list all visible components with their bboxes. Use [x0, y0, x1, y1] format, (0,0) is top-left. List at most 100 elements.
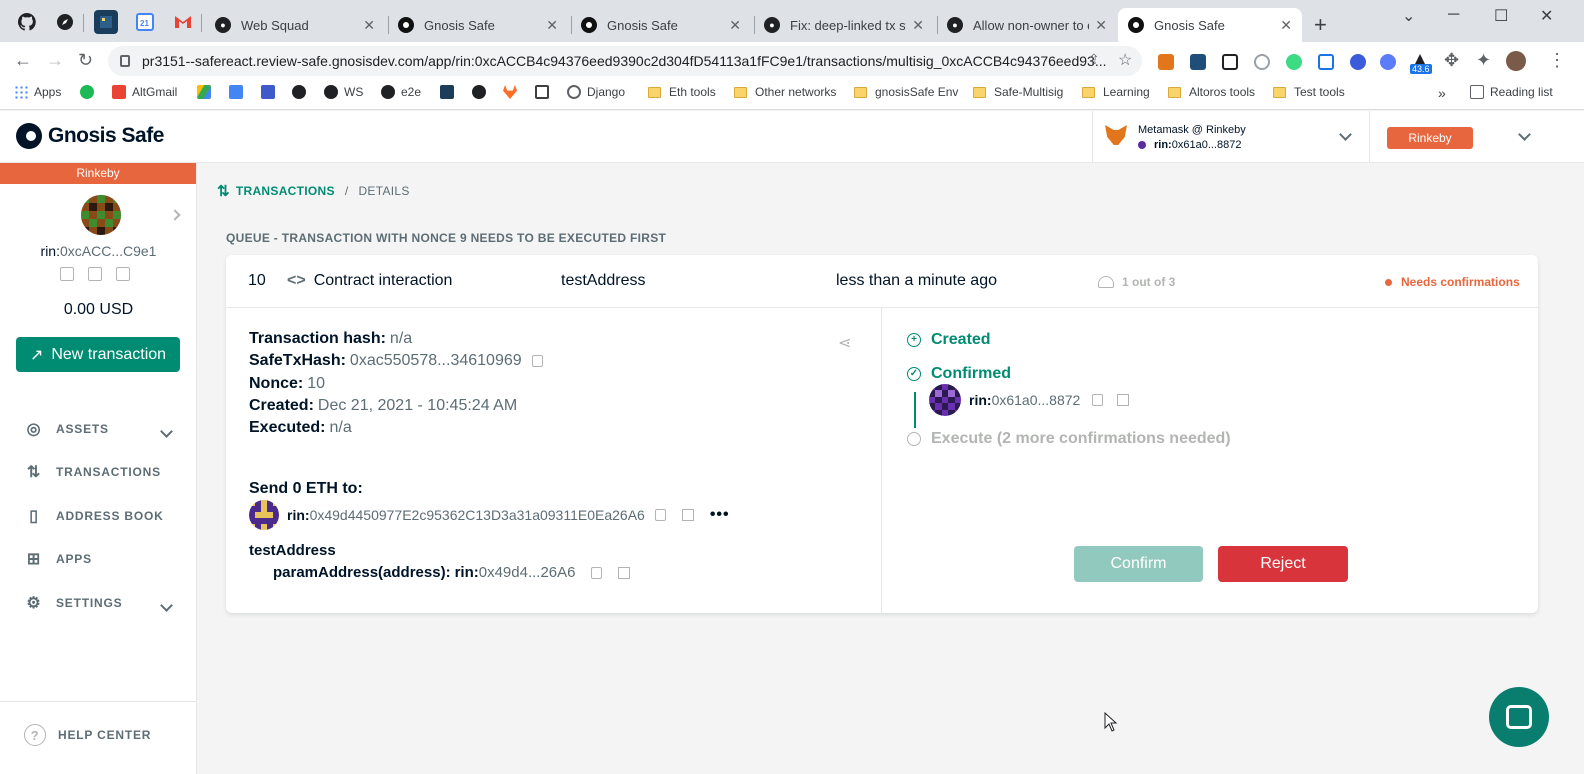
close-tab-icon[interactable]: ✕ — [729, 17, 741, 34]
share-icon[interactable]: ⇪ — [1088, 51, 1100, 68]
browser-menu-icon[interactable]: ⋮ — [1548, 50, 1566, 71]
sidebar-item-transactions[interactable]: ⇅ TRANSACTIONS — [24, 463, 161, 481]
metamask-extension-icon[interactable] — [1158, 54, 1174, 70]
browser-tab-strip: 21 ● Web Squad ✕ Gnosis Safe ✕ Gnosis Sa… — [0, 0, 1584, 42]
bookmark-folder-learning[interactable]: Learning — [1082, 85, 1150, 99]
network-badge[interactable]: Rinkeby — [1387, 127, 1473, 149]
extensions-puzzle-icon[interactable]: ✦ — [1476, 50, 1491, 71]
copy-icon[interactable] — [88, 267, 102, 281]
bookmark-compass[interactable] — [472, 85, 492, 99]
external-link-icon[interactable] — [1117, 394, 1130, 406]
bookmark-altgmail[interactable]: AltGmail — [112, 85, 177, 99]
confirm-button[interactable]: Confirm — [1074, 546, 1203, 582]
sidebar-item-assets[interactable]: ◎ ASSETS — [24, 420, 109, 438]
wallet-connection-panel[interactable]: Metamask @ Rinkeby rin: 0x61a0...8872 — [1092, 111, 1370, 163]
maximize-button[interactable]: ☐ — [1494, 6, 1508, 26]
close-tab-icon[interactable]: ✕ — [912, 17, 924, 34]
network-chevron-down-icon[interactable] — [1518, 128, 1531, 141]
sidebar-item-settings[interactable]: ⚙ SETTINGS — [24, 594, 122, 612]
bookmark-folder-eth-tools[interactable]: Eth tools — [648, 85, 716, 99]
transaction-summary-row[interactable]: 10 <> Contract interaction testAddress l… — [226, 255, 1538, 308]
url-bar[interactable]: pr3151--safereact.review-safe.gnosisdev.… — [108, 46, 1142, 76]
bookmark-e2e[interactable]: e2e — [381, 85, 421, 99]
new-tab-button[interactable]: + — [1314, 12, 1327, 38]
calendar-pinned-tab-icon[interactable]: 21 — [133, 10, 157, 34]
tx-type-label: Contract interaction — [313, 272, 453, 289]
bookmark-ws[interactable]: WS — [324, 85, 363, 99]
move-icon[interactable]: ✥ — [1444, 50, 1459, 71]
external-link-icon[interactable] — [116, 267, 130, 281]
tab-fix-deep-linked[interactable]: ● Fix: deep-linked tx stat ✕ — [754, 8, 934, 42]
nonce-value: 10 — [307, 375, 326, 392]
bookmark-sheets[interactable] — [440, 85, 460, 99]
tab-allow-non-owner[interactable]: ● Allow non-owner to ex ✕ — [937, 8, 1117, 42]
back-button[interactable]: ← — [14, 50, 32, 71]
close-tab-icon[interactable]: ✕ — [1280, 17, 1292, 34]
sidebar-item-apps[interactable]: ⊞ APPS — [24, 550, 92, 568]
reject-button[interactable]: Reject — [1218, 546, 1348, 582]
tab-gnosis-safe-active[interactable]: Gnosis Safe ✕ — [1118, 8, 1302, 42]
bookmark-calendar[interactable] — [229, 85, 249, 99]
gmail-pinned-tab-icon[interactable] — [171, 10, 195, 34]
bookmark-zoho[interactable] — [261, 85, 281, 99]
tab-gnosis-safe-1[interactable]: Gnosis Safe ✕ — [388, 8, 568, 42]
close-tab-icon[interactable]: ✕ — [1095, 17, 1107, 34]
bookmark-apps[interactable]: Apps — [14, 85, 61, 99]
gnosis-safe-logo[interactable]: Gnosis Safe — [16, 123, 164, 149]
github-pinned-tab-icon[interactable] — [15, 10, 39, 34]
extension-icon[interactable] — [1380, 54, 1396, 70]
minimize-button[interactable]: ─ — [1448, 6, 1459, 24]
extension-icon[interactable] — [1350, 54, 1366, 70]
extension-icon[interactable] — [1254, 54, 1270, 70]
compass-pinned-tab-icon[interactable] — [53, 10, 77, 34]
chevron-down-icon[interactable] — [1339, 128, 1352, 141]
support-chat-button[interactable] — [1489, 687, 1549, 747]
bookmark-folder-other-networks[interactable]: Other networks — [734, 85, 836, 99]
extension-icon[interactable] — [1318, 54, 1334, 70]
extension-icon[interactable] — [1222, 54, 1238, 70]
copy-icon[interactable] — [591, 566, 603, 579]
more-bookmarks-icon[interactable]: » — [1438, 85, 1446, 101]
tab-web-squad[interactable]: ● Web Squad ✕ — [205, 8, 385, 42]
external-link-icon[interactable] — [618, 566, 631, 579]
network-prefix: rin: — [1154, 139, 1172, 151]
copy-icon[interactable] — [1092, 394, 1104, 406]
bookmark-django[interactable]: Django — [567, 85, 625, 99]
profile-avatar[interactable] — [1506, 51, 1526, 71]
extension-icon[interactable] — [1190, 54, 1206, 70]
new-transaction-button[interactable]: ↗ New transaction — [16, 337, 180, 372]
bookmark-jar[interactable] — [535, 85, 555, 99]
assets-chevron-down-icon[interactable] — [160, 425, 173, 438]
breadcrumb-transactions[interactable]: ⇅ TRANSACTIONS — [217, 182, 335, 200]
chevron-right-icon[interactable] — [169, 209, 181, 221]
help-center-link[interactable]: ? HELP CENTER — [24, 724, 151, 746]
bookmark-star-icon[interactable]: ☆ — [1118, 50, 1132, 70]
qr-code-icon[interactable] — [60, 267, 74, 281]
close-window-button[interactable]: ✕ — [1540, 6, 1553, 26]
sidebar-item-address-book[interactable]: ▯ ADDRESS BOOK — [24, 507, 164, 525]
reading-list-button[interactable]: Reading list — [1470, 85, 1553, 99]
tab-search-icon[interactable]: ⌄ — [1402, 6, 1415, 26]
bookmark-folder-safe-multisig[interactable]: Safe-Multisig — [973, 85, 1063, 99]
tab-gnosis-safe-2[interactable]: Gnosis Safe ✕ — [571, 8, 751, 42]
settings-chevron-down-icon[interactable] — [160, 599, 173, 612]
close-tab-icon[interactable]: ✕ — [546, 17, 558, 34]
copy-icon[interactable] — [531, 355, 543, 367]
safe-avatar[interactable] — [81, 195, 121, 235]
copy-icon[interactable] — [654, 509, 666, 521]
forward-button[interactable]: → — [46, 50, 64, 71]
bookmark-drive[interactable] — [197, 85, 217, 99]
bookmark-folder-gnosissafe-env[interactable]: gnosisSafe Env — [854, 85, 958, 99]
external-link-icon[interactable] — [681, 509, 694, 521]
bookmark-spotify[interactable] — [80, 85, 100, 99]
bookmark-folder-test-tools[interactable]: Test tools — [1273, 85, 1345, 99]
bookmark-github[interactable] — [292, 85, 312, 99]
more-options-icon[interactable]: ••• — [710, 506, 730, 524]
share-icon[interactable]: ⋖ — [838, 333, 851, 353]
sheets-pinned-tab-icon[interactable] — [94, 10, 118, 34]
reload-button[interactable]: ↻ — [78, 50, 93, 71]
close-tab-icon[interactable]: ✕ — [363, 17, 375, 34]
extension-icon[interactable] — [1286, 54, 1302, 70]
bookmark-gitlab[interactable] — [503, 85, 523, 99]
bookmark-folder-altoros-tools[interactable]: Altoros tools — [1168, 85, 1255, 99]
